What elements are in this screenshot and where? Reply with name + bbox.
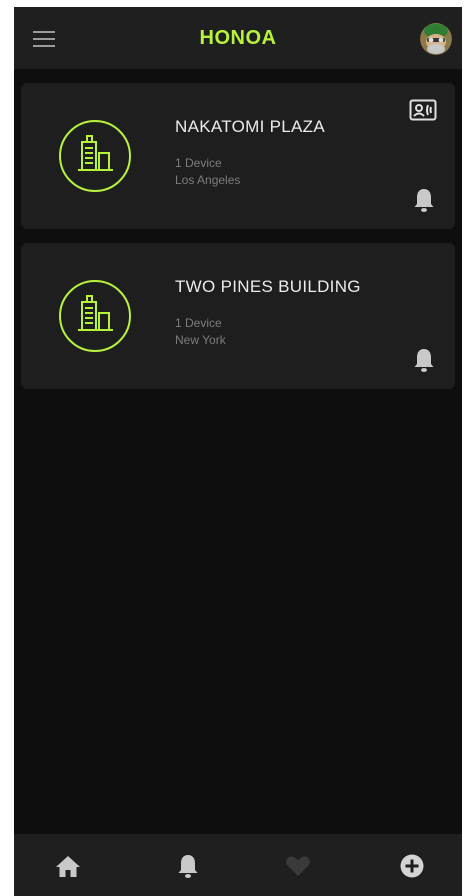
- app-title: HONOA: [199, 27, 277, 49]
- building-name: NAKATOMI PLAZA: [175, 117, 325, 136]
- app-screen: HONOA NAKATOMI PLAZA 1 Device Los Angele…: [14, 7, 462, 896]
- building-icon: [58, 119, 132, 193]
- device-count: 1 Device: [175, 316, 222, 330]
- bottom-navigation: [14, 834, 462, 896]
- notification-bell-icon[interactable]: [413, 347, 435, 373]
- add-circle-icon[interactable]: [398, 852, 426, 880]
- building-card-two-pines-building[interactable]: TWO PINES BUILDING 1 Device New York: [21, 243, 455, 389]
- notification-bell-icon[interactable]: [413, 187, 435, 213]
- user-avatar[interactable]: [420, 23, 452, 55]
- heart-icon[interactable]: [284, 852, 312, 880]
- building-city: Los Angeles: [175, 173, 241, 187]
- building-list: NAKATOMI PLAZA 1 Device Los Angeles TWO …: [21, 83, 455, 403]
- building-city: New York: [175, 333, 226, 347]
- building-name: TWO PINES BUILDING: [175, 277, 361, 296]
- home-icon[interactable]: [54, 852, 82, 880]
- building-card-nakatomi-plaza[interactable]: NAKATOMI PLAZA 1 Device Los Angeles: [21, 83, 455, 229]
- bell-icon[interactable]: [174, 852, 202, 880]
- contact-card-icon[interactable]: [409, 99, 437, 121]
- building-icon: [58, 279, 132, 353]
- device-count: 1 Device: [175, 156, 222, 170]
- app-bar: HONOA: [14, 7, 462, 69]
